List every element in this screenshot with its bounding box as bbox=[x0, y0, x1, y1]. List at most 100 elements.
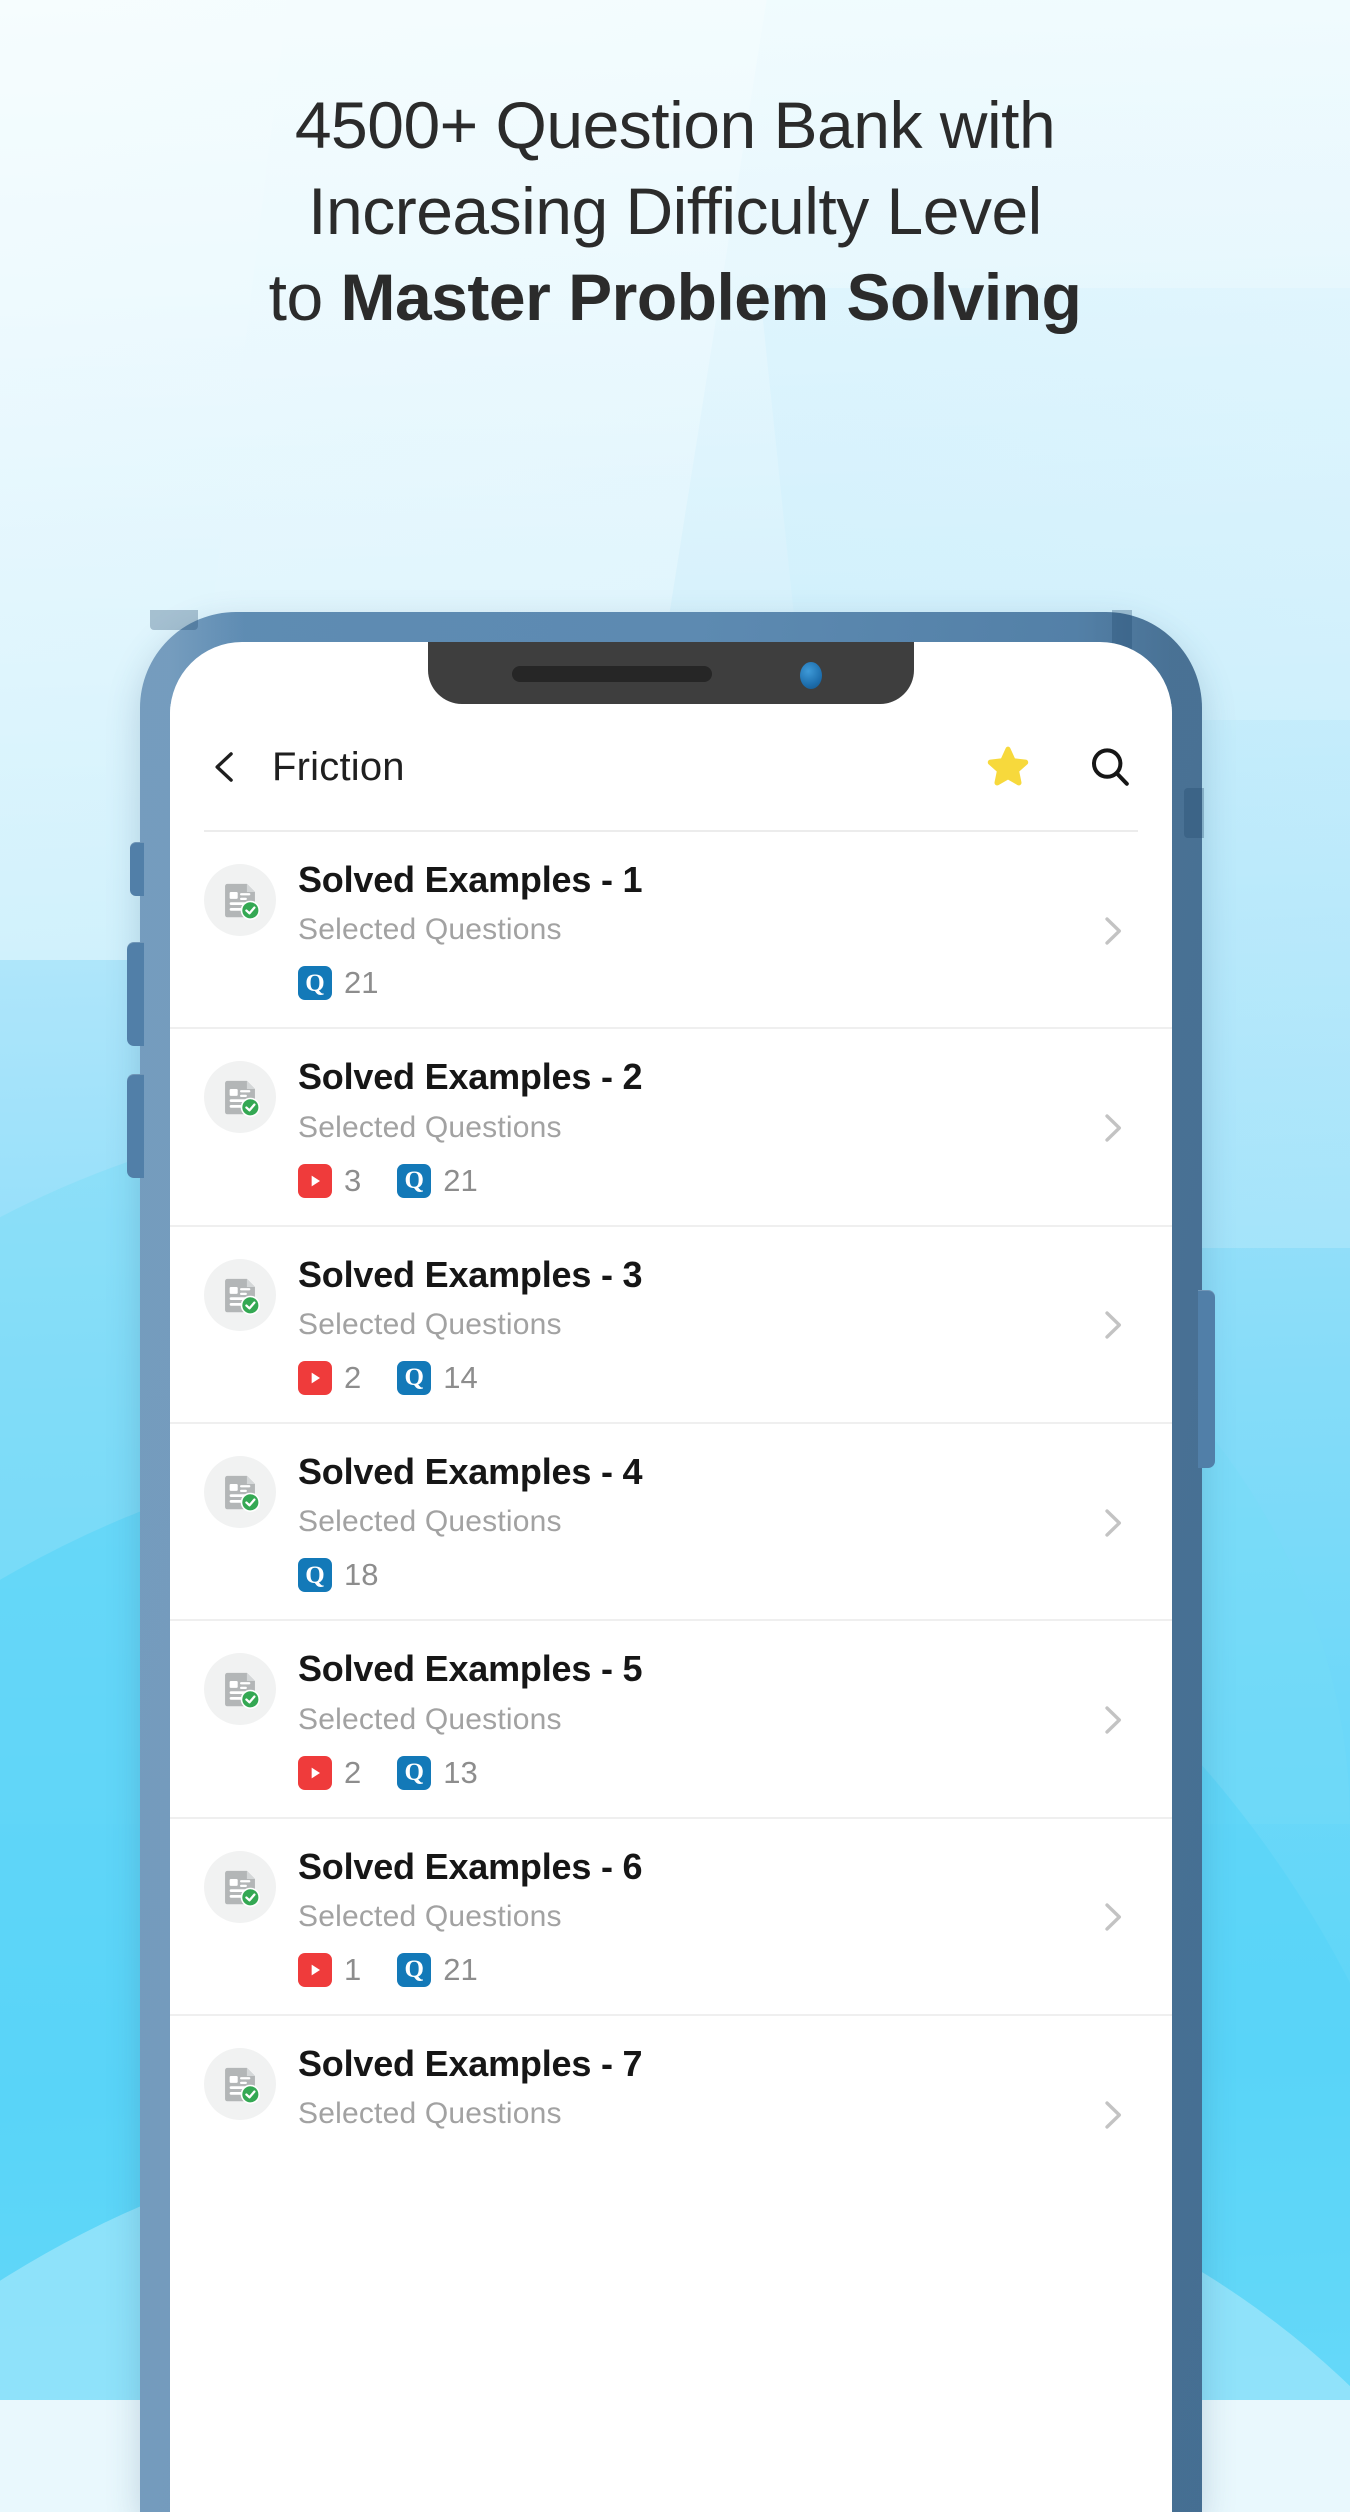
video-count-value: 1 bbox=[344, 1951, 362, 1987]
document-check-icon bbox=[204, 2047, 276, 2120]
question-glyph: Q bbox=[404, 1759, 424, 1787]
volume-up-button[interactable] bbox=[127, 942, 144, 1046]
list-item[interactable]: Solved Examples - 5 Selected Questions 2… bbox=[170, 1619, 1172, 1816]
play-icon bbox=[298, 1163, 332, 1198]
app-bar: Friction bbox=[170, 704, 1172, 830]
list-item[interactable]: Solved Examples - 6 Selected Questions 1… bbox=[170, 1816, 1172, 2014]
question-glyph: Q bbox=[404, 1364, 424, 1392]
headline-line-1: 4500+ Question Bank with bbox=[294, 88, 1056, 162]
list-item-body: Solved Examples - 3 Selected Questions 2… bbox=[298, 1253, 1082, 1398]
question-icon: Q bbox=[397, 1360, 432, 1395]
list-item[interactable]: Solved Examples - 2 Selected Questions 3… bbox=[170, 1027, 1172, 1224]
page-title: Friction bbox=[272, 744, 405, 789]
chevron-right-icon[interactable] bbox=[1092, 1700, 1132, 1740]
question-count-value: 14 bbox=[443, 1359, 478, 1395]
list-item[interactable]: Solved Examples - 7 Selected Questions bbox=[170, 2013, 1172, 2211]
question-icon: Q bbox=[397, 1755, 432, 1790]
list-item-subtitle: Selected Questions bbox=[298, 1110, 562, 1144]
video-count-value: 2 bbox=[344, 1754, 362, 1790]
question-icon: Q bbox=[298, 966, 332, 1001]
question-count: Q 21 bbox=[397, 1951, 478, 1988]
video-count-value: 2 bbox=[344, 1359, 362, 1395]
list-item-title: Solved Examples - 3 bbox=[298, 1253, 643, 1295]
headline-line-3-prefix: to bbox=[268, 260, 341, 334]
question-glyph: Q bbox=[305, 969, 325, 997]
document-check-icon bbox=[204, 1061, 276, 1134]
chevron-right-icon[interactable] bbox=[1092, 1108, 1132, 1148]
list-item-title: Solved Examples - 1 bbox=[298, 859, 643, 900]
silent-switch-button[interactable] bbox=[130, 842, 144, 896]
video-count: 1 bbox=[298, 1952, 361, 1988]
list-item-subtitle: Selected Questions bbox=[298, 2097, 562, 2131]
list-item[interactable]: Solved Examples - 4 Selected Questions Q… bbox=[170, 1421, 1172, 1619]
list-item-title: Solved Examples - 5 bbox=[298, 1648, 643, 1690]
question-icon: Q bbox=[298, 1558, 332, 1593]
list-item-subtitle: Selected Questions bbox=[298, 1702, 562, 1736]
play-icon bbox=[298, 1360, 332, 1395]
question-count-value: 21 bbox=[344, 965, 379, 1001]
list-item-meta: 1 Q 21 bbox=[298, 1950, 1082, 1990]
phone-notch bbox=[428, 642, 914, 704]
document-check-icon bbox=[204, 1258, 276, 1331]
list-item[interactable]: Solved Examples - 3 Selected Questions 2… bbox=[170, 1224, 1172, 1422]
list-item-body: Solved Examples - 7 Selected Questions bbox=[298, 2042, 1082, 2187]
phone-mockup: Friction Solved Examples - 1 Selected Qu… bbox=[127, 610, 1215, 2512]
list-item-title: Solved Examples - 2 bbox=[298, 1056, 643, 1098]
chevron-right-icon[interactable] bbox=[1092, 1503, 1132, 1543]
list-item-body: Solved Examples - 5 Selected Questions 2… bbox=[298, 1647, 1082, 1792]
list-item-subtitle: Selected Questions bbox=[298, 1307, 562, 1341]
chevron-right-icon[interactable] bbox=[1092, 1305, 1132, 1345]
play-icon bbox=[298, 1952, 332, 1987]
video-count: 2 bbox=[298, 1360, 361, 1396]
document-check-icon bbox=[204, 1455, 276, 1528]
list-item-meta: 3 Q 21 bbox=[298, 1161, 1082, 1201]
phone-screen: Friction Solved Examples - 1 Selected Qu… bbox=[170, 642, 1172, 2512]
promo-headline: 4500+ Question Bank with Increasing Diff… bbox=[0, 92, 1350, 350]
list-item-meta bbox=[298, 2147, 1082, 2187]
list-item[interactable]: Solved Examples - 1 Selected Questions Q… bbox=[170, 832, 1172, 1027]
antenna-line-top-left bbox=[150, 610, 198, 630]
power-button[interactable] bbox=[1198, 1290, 1215, 1468]
list-item-title: Solved Examples - 6 bbox=[298, 1845, 643, 1887]
question-glyph: Q bbox=[404, 1956, 424, 1984]
question-count: Q 21 bbox=[298, 965, 378, 1001]
question-count-value: 21 bbox=[443, 1162, 478, 1198]
question-count: Q 13 bbox=[397, 1754, 478, 1791]
question-count: Q 21 bbox=[397, 1162, 478, 1199]
list-item-title: Solved Examples - 7 bbox=[298, 2042, 643, 2084]
list-item-subtitle: Selected Questions bbox=[298, 1899, 562, 1933]
play-icon bbox=[298, 1755, 332, 1790]
earpiece-speaker bbox=[512, 666, 712, 682]
list-item-body: Solved Examples - 6 Selected Questions 1… bbox=[298, 1845, 1082, 1990]
question-count-value: 21 bbox=[443, 1951, 478, 1987]
star-filled-icon[interactable] bbox=[982, 741, 1034, 793]
chevron-right-icon[interactable] bbox=[1092, 911, 1132, 951]
question-count: Q 14 bbox=[397, 1359, 478, 1396]
chevron-right-icon[interactable] bbox=[1092, 2095, 1132, 2135]
chevron-left-icon[interactable] bbox=[204, 746, 246, 788]
search-icon[interactable] bbox=[1086, 743, 1134, 791]
front-camera-icon bbox=[800, 662, 822, 689]
question-count: Q 18 bbox=[298, 1557, 378, 1593]
document-check-icon bbox=[204, 864, 276, 936]
list-item-meta: 2 Q 14 bbox=[298, 1358, 1082, 1398]
headline-line-2: Increasing Difficulty Level bbox=[308, 174, 1042, 248]
list-item-meta: Q 21 bbox=[298, 963, 1082, 1003]
question-count-value: 13 bbox=[443, 1754, 478, 1790]
video-count: 2 bbox=[298, 1755, 361, 1791]
question-count-value: 18 bbox=[344, 1557, 379, 1593]
video-count: 3 bbox=[298, 1163, 361, 1199]
list-item-subtitle: Selected Questions bbox=[298, 913, 562, 947]
solved-examples-list: Solved Examples - 1 Selected Questions Q… bbox=[170, 832, 1172, 2512]
document-check-icon bbox=[204, 1850, 276, 1923]
list-item-meta: 2 Q 13 bbox=[298, 1753, 1082, 1793]
list-item-body: Solved Examples - 2 Selected Questions 3… bbox=[298, 1055, 1082, 1200]
chevron-right-icon[interactable] bbox=[1092, 1897, 1132, 1937]
list-item-body: Solved Examples - 4 Selected Questions Q… bbox=[298, 1450, 1082, 1595]
volume-down-button[interactable] bbox=[127, 1074, 144, 1178]
headline-line-3: to Master Problem Solving bbox=[0, 264, 1350, 330]
document-check-icon bbox=[204, 1653, 276, 1726]
antenna-line-right bbox=[1184, 788, 1204, 838]
question-glyph: Q bbox=[404, 1167, 424, 1195]
video-count-value: 3 bbox=[344, 1162, 362, 1198]
